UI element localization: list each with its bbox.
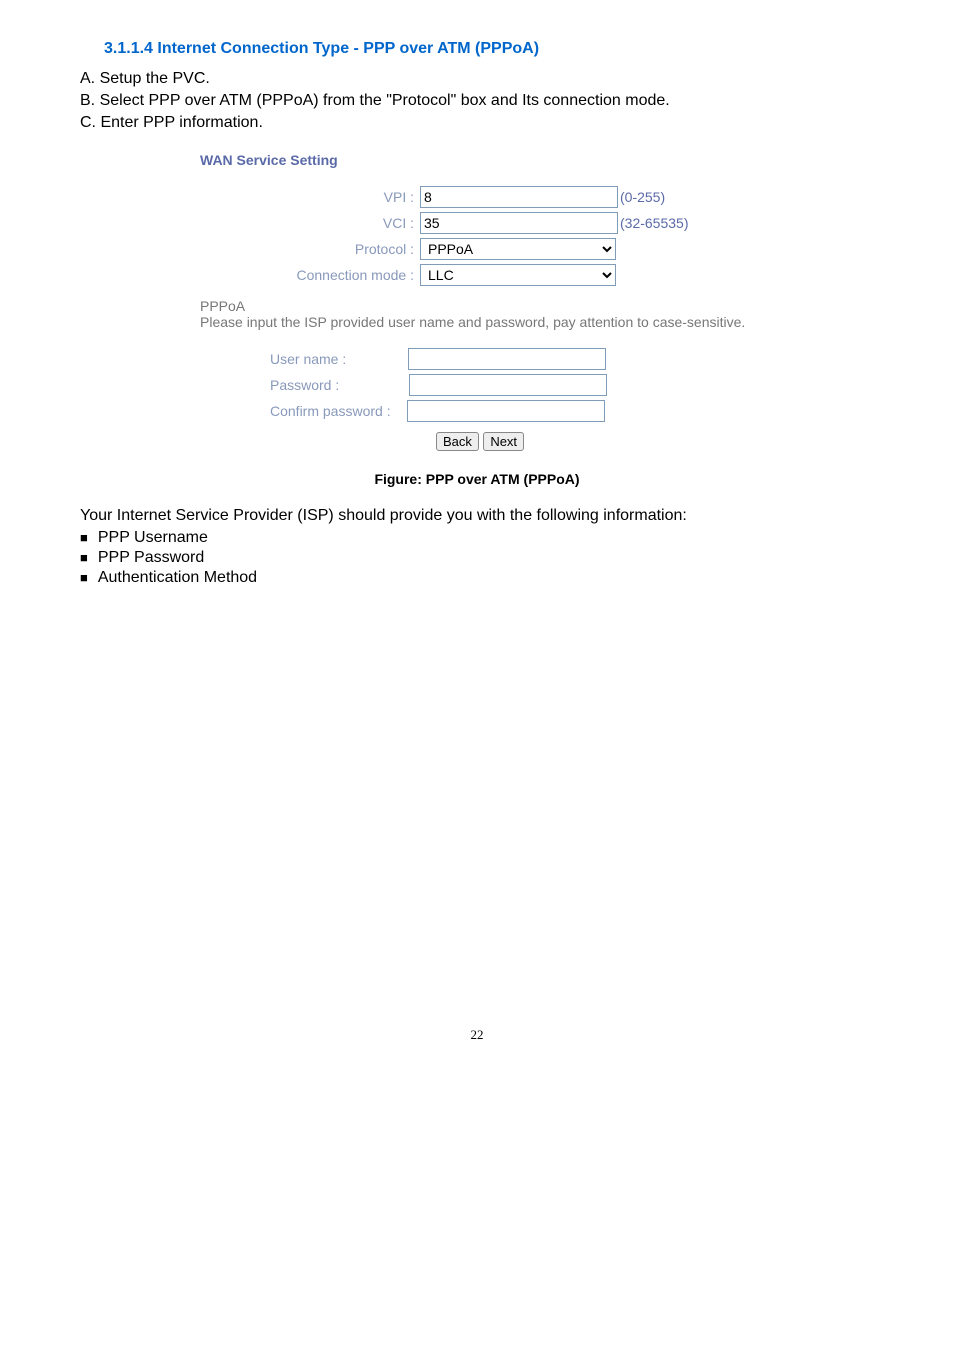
- confirm-password-label: Confirm password :: [270, 403, 397, 419]
- pppoa-title: PPPoA: [200, 298, 760, 314]
- confirm-password-row: Confirm password :: [200, 400, 760, 422]
- vci-input[interactable]: [420, 212, 618, 234]
- figure-caption: Figure: PPP over ATM (PPPoA): [80, 471, 874, 487]
- username-input[interactable]: [408, 348, 606, 370]
- protocol-select[interactable]: PPPoA: [420, 238, 616, 260]
- wan-service-title: WAN Service Setting: [200, 152, 760, 168]
- protocol-row: Protocol : PPPoA: [200, 238, 760, 260]
- username-label: User name :: [270, 351, 352, 367]
- vpi-hint: (0-255): [620, 189, 665, 205]
- step-a: A. Setup the PVC.: [80, 70, 874, 88]
- vpi-row: VPI : (0-255): [200, 186, 760, 208]
- username-row: User name :: [200, 348, 760, 370]
- bullet-ppp-username: PPP Username: [80, 529, 874, 547]
- info-bullet-list: PPP Username PPP Password Authentication…: [80, 529, 874, 587]
- wan-service-form: WAN Service Setting VPI : (0-255) VCI : …: [200, 152, 760, 451]
- pppoa-note: Please input the ISP provided user name …: [200, 314, 760, 330]
- step-b: B. Select PPP over ATM (PPPoA) from the …: [80, 92, 874, 110]
- info-line: Your Internet Service Provider (ISP) sho…: [80, 507, 874, 525]
- connection-mode-row: Connection mode : LLC: [200, 264, 760, 286]
- bullet-auth-method: Authentication Method: [80, 569, 874, 587]
- password-label: Password :: [270, 377, 345, 393]
- vpi-input[interactable]: [420, 186, 618, 208]
- vci-label: VCI :: [200, 215, 420, 231]
- password-input[interactable]: [409, 374, 607, 396]
- vpi-label: VPI :: [200, 189, 420, 205]
- vci-row: VCI : (32-65535): [200, 212, 760, 234]
- back-button[interactable]: Back: [436, 432, 479, 451]
- pppoa-block: PPPoA Please input the ISP provided user…: [200, 298, 760, 330]
- button-row: Back Next: [200, 432, 760, 451]
- step-c: C. Enter PPP information.: [80, 114, 874, 132]
- connection-mode-label: Connection mode :: [200, 267, 420, 283]
- section-heading: 3.1.1.4 Internet Connection Type - PPP o…: [104, 40, 874, 58]
- page-number: 22: [80, 1027, 874, 1043]
- vci-hint: (32-65535): [620, 215, 689, 231]
- password-row: Password :: [200, 374, 760, 396]
- bullet-ppp-password: PPP Password: [80, 549, 874, 567]
- confirm-password-input[interactable]: [407, 400, 605, 422]
- protocol-label: Protocol :: [200, 241, 420, 257]
- next-button[interactable]: Next: [483, 432, 524, 451]
- connection-mode-select[interactable]: LLC: [420, 264, 616, 286]
